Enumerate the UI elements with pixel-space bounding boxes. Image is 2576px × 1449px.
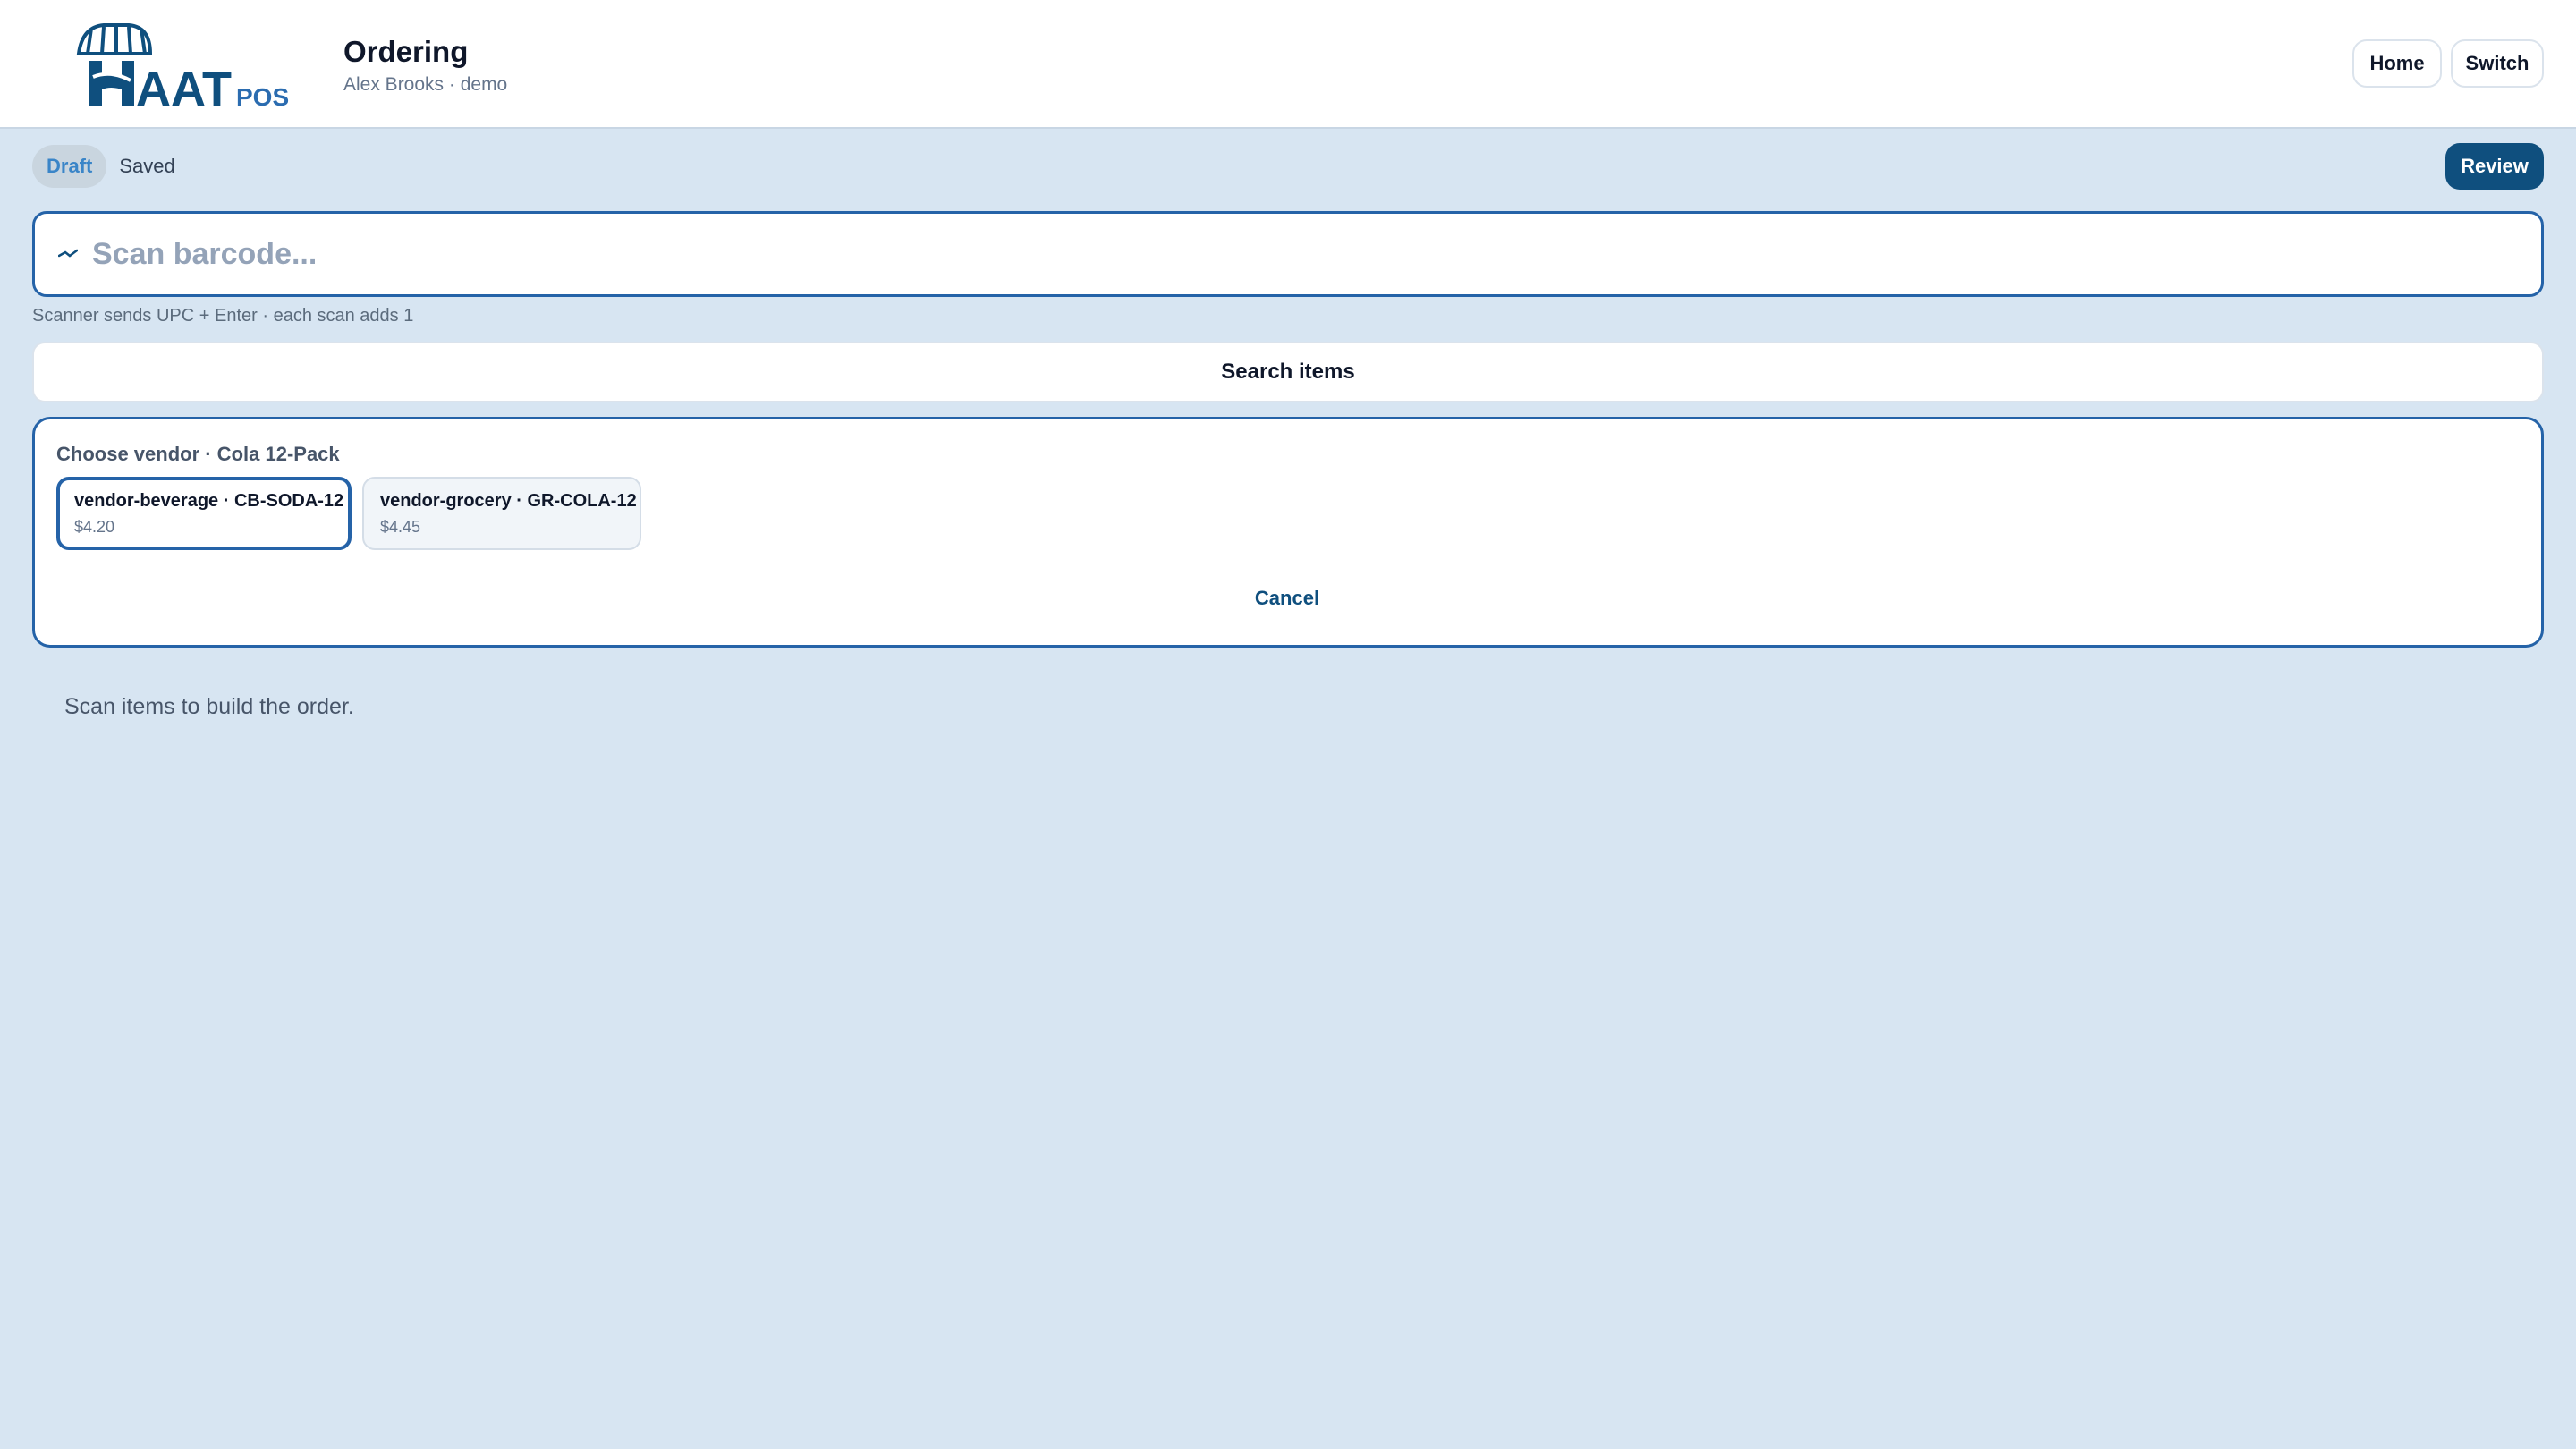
home-button[interactable]: Home bbox=[2352, 39, 2442, 88]
vendor-option-price: $4.45 bbox=[380, 518, 421, 536]
order-status-tabs: Draft Saved bbox=[32, 145, 175, 188]
vendor-option-label: vendor-beverage · CB-SODA-12 bbox=[74, 491, 344, 511]
vendor-chooser-panel: Choose vendor · Cola 12-Pack vendor-beve… bbox=[32, 417, 2544, 648]
review-button[interactable]: Review bbox=[2445, 143, 2544, 190]
barcode-scan-icon bbox=[57, 243, 79, 265]
svg-text:POS: POS bbox=[236, 83, 289, 111]
page-title: Ordering bbox=[343, 35, 469, 68]
scan-hint: Scanner sends UPC + Enter · each scan ad… bbox=[32, 306, 414, 326]
haat-pos-logo: AAT POS bbox=[72, 21, 295, 111]
page-title-block: Ordering Alex Brooks · demo bbox=[343, 32, 507, 98]
switch-button[interactable]: Switch bbox=[2451, 39, 2544, 88]
barcode-scan-field[interactable] bbox=[32, 211, 2544, 297]
search-items-button[interactable]: Search items bbox=[32, 342, 2544, 402]
order-empty-message: Scan items to build the order. bbox=[64, 694, 354, 719]
svg-text:AAT: AAT bbox=[136, 63, 232, 111]
vendor-chooser-title: Choose vendor · Cola 12-Pack bbox=[56, 443, 340, 465]
app-header: AAT POS Ordering Alex Brooks · demo Home… bbox=[0, 0, 2576, 129]
vendor-option-beverage[interactable]: vendor-beverage · CB-SODA-12 $4.20 bbox=[56, 477, 352, 550]
saved-tab[interactable]: Saved bbox=[119, 155, 174, 178]
draft-tab[interactable]: Draft bbox=[32, 145, 107, 188]
user-context: Alex Brooks · demo bbox=[343, 74, 508, 95]
vendor-option-grocery[interactable]: vendor-grocery · GR-COLA-12 $4.45 bbox=[362, 477, 641, 550]
cancel-button[interactable]: Cancel bbox=[1242, 580, 1332, 616]
vendor-option-label: vendor-grocery · GR-COLA-12 bbox=[380, 491, 637, 511]
barcode-input[interactable] bbox=[90, 235, 2541, 273]
vendor-option-price: $4.20 bbox=[74, 518, 115, 536]
